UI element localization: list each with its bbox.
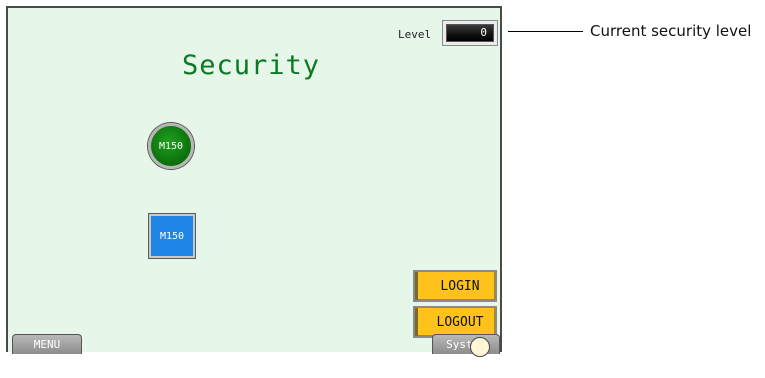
page-title: Security	[182, 50, 321, 81]
level-label: Level	[398, 28, 432, 41]
m150-round-lamp-label: M150	[158, 140, 184, 152]
hmi-screen: Security Level 0 M150 M150 LOGIN LOGOUT …	[6, 6, 502, 354]
m150-square-button-label: M150	[159, 230, 185, 242]
level-indicator: 0	[442, 20, 498, 46]
level-value: 0	[446, 24, 494, 42]
touch-cursor-icon	[470, 337, 490, 357]
m150-square-button[interactable]: M150	[149, 214, 195, 258]
login-button[interactable]: LOGIN	[413, 270, 497, 302]
callout-label: Current security level	[590, 22, 752, 40]
callout-line	[508, 31, 583, 32]
m150-round-lamp[interactable]: M150	[148, 123, 194, 169]
menu-button[interactable]: MENU	[12, 334, 82, 354]
